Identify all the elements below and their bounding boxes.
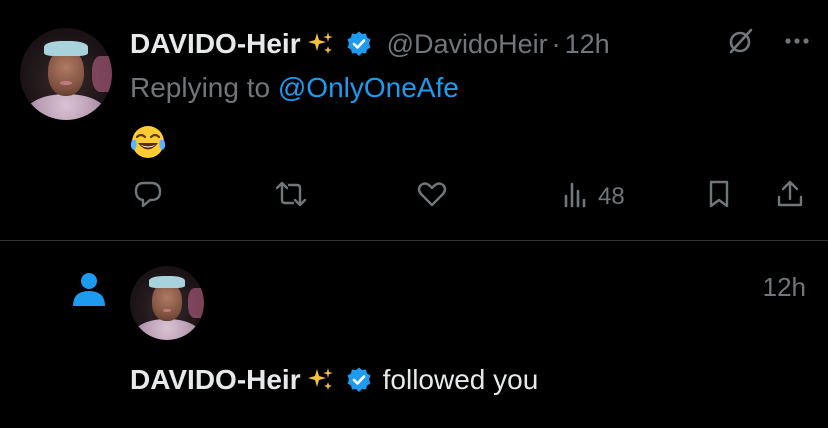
reply-icon [132,178,164,215]
retweet-button[interactable] [274,178,308,215]
display-name[interactable]: DAVIDO-Heir [130,364,301,396]
header-icons [726,26,812,61]
share-button[interactable] [774,178,806,215]
more-icon[interactable] [782,26,812,61]
views-count: 48 [598,182,625,210]
reply-button[interactable] [132,178,164,215]
timestamp[interactable]: 12h [565,29,610,60]
like-button[interactable] [416,178,448,215]
avatar[interactable] [20,28,112,120]
tweet-actions: 48 [0,178,828,218]
replying-prefix: Replying to [130,72,278,103]
person-icon [70,270,108,308]
retweet-icon [274,178,308,215]
face-with-tears-of-joy-icon [128,122,168,162]
divider [0,240,828,241]
handle[interactable]: @DavidoHeir [387,29,548,60]
sparkles-icon [307,366,335,394]
bookmark-icon [704,178,734,215]
bookmark-button[interactable] [704,178,734,215]
views-button[interactable]: 48 [562,178,625,215]
separator: · [551,28,561,59]
notification-text: DAVIDO-Heir followed you [130,362,538,398]
tweet-card[interactable]: DAVIDO-Heir @DavidoHeir · 12h Replying t… [0,0,828,240]
avatar[interactable] [130,266,204,340]
notification-time: 12h [762,272,806,302]
like-icon [416,178,448,215]
replying-to: Replying to @OnlyOneAfe [130,72,459,104]
share-icon [774,178,806,215]
verified-badge-icon [345,30,373,58]
grok-icon[interactable] [726,26,756,61]
sparkles-icon [307,30,335,58]
verified-badge-icon [345,366,373,394]
replying-mention[interactable]: @OnlyOneAfe [278,72,459,103]
tweet-header: DAVIDO-Heir @DavidoHeir · 12h [130,26,610,62]
followed-text: followed you [382,364,539,395]
views-icon [562,178,590,215]
display-name[interactable]: DAVIDO-Heir [130,28,301,60]
